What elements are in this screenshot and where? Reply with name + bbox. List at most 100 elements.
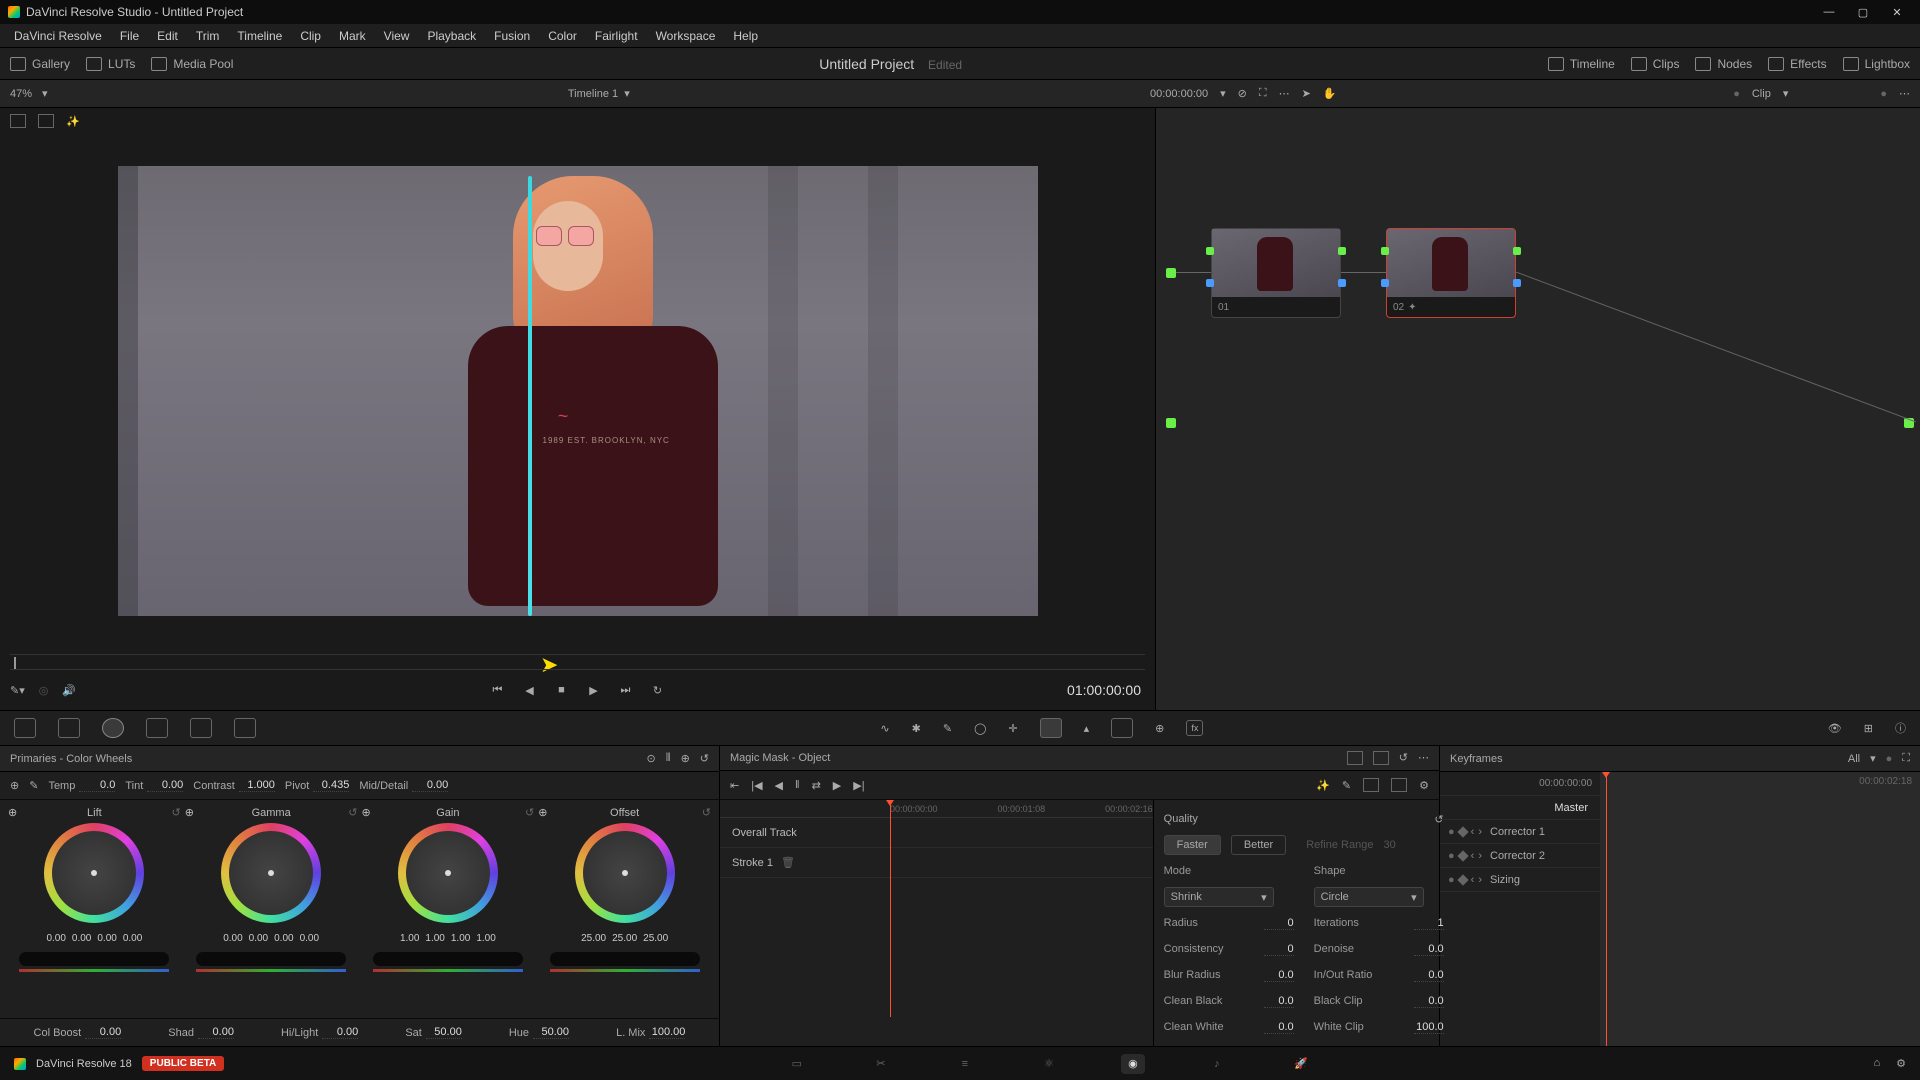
chevron-down-icon[interactable]: ▾: [624, 87, 630, 100]
viewer-scrubber[interactable]: [10, 654, 1145, 670]
wheel-picker-icon[interactable]: ⊕: [185, 806, 194, 819]
edit-page-icon[interactable]: ≡: [953, 1054, 977, 1074]
gamma-value[interactable]: 0.00: [300, 933, 319, 944]
luts-button[interactable]: LUTs: [86, 57, 135, 71]
menu-playback[interactable]: Playback: [419, 26, 484, 46]
image-wipe-icon[interactable]: [10, 114, 26, 128]
blur-icon[interactable]: ▴: [1084, 722, 1090, 735]
offset-value[interactable]: 25.00: [643, 933, 668, 944]
mute-icon[interactable]: 🔊: [62, 684, 76, 697]
menu-timeline[interactable]: Timeline: [229, 26, 290, 46]
menu-color[interactable]: Color: [540, 26, 585, 46]
lift-wheel[interactable]: [44, 823, 144, 923]
track-fwd-both-icon[interactable]: ⇄: [812, 779, 821, 792]
window-icon[interactable]: ◯: [974, 722, 986, 735]
invert-icon[interactable]: [1391, 778, 1407, 792]
gamma-value[interactable]: 0.00: [223, 933, 242, 944]
expand-icon[interactable]: ⛶: [1902, 752, 1910, 765]
transport-timecode[interactable]: 01:00:00:00: [1067, 682, 1141, 698]
track-fwd-one-icon[interactable]: ▶|: [853, 779, 864, 792]
keyframe-playhead[interactable]: [1606, 772, 1607, 1046]
fairlight-page-icon[interactable]: ♪: [1205, 1054, 1229, 1074]
clip-mode[interactable]: Clip: [1752, 88, 1771, 100]
fx-icon[interactable]: fx: [1186, 720, 1203, 736]
timeline-button[interactable]: Timeline: [1548, 57, 1615, 71]
gain-jog[interactable]: [373, 952, 523, 966]
menu-view[interactable]: View: [376, 26, 418, 46]
wand-icon[interactable]: ✨: [1316, 779, 1330, 792]
faster-button[interactable]: Faster: [1164, 835, 1221, 855]
chevron-right-icon[interactable]: ›: [1478, 826, 1482, 838]
menu-file[interactable]: File: [112, 26, 147, 46]
track-stroke1[interactable]: Stroke 1🗑: [720, 848, 1153, 878]
magic-wand-icon[interactable]: ✨: [66, 115, 80, 128]
chevron-down-icon[interactable]: ▾: [1783, 87, 1789, 100]
cut-page-icon[interactable]: ✂: [869, 1054, 893, 1074]
color-match-icon[interactable]: [58, 718, 80, 738]
stop-button[interactable]: ■: [553, 681, 571, 699]
viewer-zoom[interactable]: 47%: [10, 88, 32, 100]
awb-icon[interactable]: ✎: [29, 779, 38, 792]
lift-value[interactable]: 0.00: [46, 933, 65, 944]
settings-icon[interactable]: ⚙: [1419, 779, 1429, 792]
menu-davinci-resolve[interactable]: DaVinci Resolve: [6, 26, 110, 46]
node-02[interactable]: 02 ✦: [1386, 228, 1516, 318]
video-frame[interactable]: ~ 1989 EST. BROOKLYN, NYC: [118, 166, 1038, 616]
track-fwd-icon[interactable]: ▶: [833, 779, 841, 792]
keyframe-row[interactable]: ●‹›Sizing: [1440, 868, 1600, 892]
color-page-icon[interactable]: ◉: [1121, 1054, 1145, 1074]
lift-jog[interactable]: [19, 952, 169, 966]
loop-button[interactable]: ↻: [649, 681, 667, 699]
menu-trim[interactable]: Trim: [188, 26, 228, 46]
wheel-picker-icon[interactable]: ⊕: [538, 806, 547, 819]
bypass-icon[interactable]: ⊘: [1238, 87, 1247, 100]
waveform-icon[interactable]: ⊞: [1864, 722, 1873, 735]
menu-workspace[interactable]: Workspace: [648, 26, 724, 46]
hand-icon[interactable]: ✋: [1323, 87, 1337, 100]
menu-edit[interactable]: Edit: [149, 26, 186, 46]
gain-value[interactable]: 1.00: [400, 933, 419, 944]
viewer-canvas[interactable]: ~ 1989 EST. BROOKLYN, NYC ➤: [0, 134, 1155, 648]
offset-value[interactable]: 25.00: [581, 933, 606, 944]
lift-value[interactable]: 0.00: [97, 933, 116, 944]
gamma-value[interactable]: 0.00: [249, 933, 268, 944]
split-screen-icon[interactable]: [38, 114, 54, 128]
home-icon[interactable]: ⌂: [1873, 1057, 1880, 1070]
mask-timeline[interactable]: 00:00:00:00 00:00:01:08 00:00:02:16 Over…: [720, 800, 1154, 1046]
menu-fairlight[interactable]: Fairlight: [587, 26, 646, 46]
step-back-button[interactable]: ◀: [521, 681, 539, 699]
mask-mode2-icon[interactable]: [1373, 751, 1389, 765]
lift-value[interactable]: 0.00: [72, 933, 91, 944]
gain-value[interactable]: 1.00: [476, 933, 495, 944]
keyframe-row[interactable]: ●‹›Corrector 1: [1440, 820, 1600, 844]
effects-button[interactable]: Effects: [1768, 57, 1826, 71]
menu-mark[interactable]: Mark: [331, 26, 374, 46]
more-icon[interactable]: ⋯: [1279, 87, 1290, 100]
motion-effects-icon[interactable]: [234, 718, 256, 738]
track-overall[interactable]: Overall Track: [720, 818, 1153, 848]
unmix-icon[interactable]: ◎: [39, 684, 49, 697]
picker-icon[interactable]: ⊕: [10, 779, 19, 792]
chevron-down-icon[interactable]: ▾: [1220, 87, 1226, 100]
mask-stroke[interactable]: [528, 176, 532, 616]
track-back-icon[interactable]: ◀: [775, 779, 783, 792]
bars-mode-icon[interactable]: ⦀: [666, 752, 671, 765]
next-clip-button[interactable]: ⏭: [617, 681, 635, 699]
menu-help[interactable]: Help: [725, 26, 766, 46]
qualifier-icon[interactable]: ✎: [943, 722, 952, 735]
fusion-page-icon[interactable]: ⚛: [1037, 1054, 1061, 1074]
nodes-button[interactable]: Nodes: [1695, 57, 1752, 71]
chevron-left-icon[interactable]: ‹: [1471, 826, 1475, 838]
keyframe-timeline[interactable]: 00:00:02:18: [1600, 772, 1920, 1046]
keyframe-diamond-icon[interactable]: [1457, 826, 1468, 837]
chevron-right-icon[interactable]: ›: [1478, 874, 1482, 886]
track-back-one-icon[interactable]: |◀: [751, 779, 762, 792]
shape-dropdown[interactable]: Circle▾: [1314, 887, 1424, 907]
rgb-mixer-icon[interactable]: [190, 718, 212, 738]
gamma-value[interactable]: 0.00: [274, 933, 293, 944]
close-button[interactable]: ✕: [1882, 2, 1912, 22]
magic-mask-icon[interactable]: [1040, 718, 1062, 738]
delete-icon[interactable]: 🗑: [781, 857, 795, 869]
qualifier-icon[interactable]: ✎▾: [10, 684, 25, 697]
chevron-down-icon[interactable]: ▾: [42, 87, 48, 100]
